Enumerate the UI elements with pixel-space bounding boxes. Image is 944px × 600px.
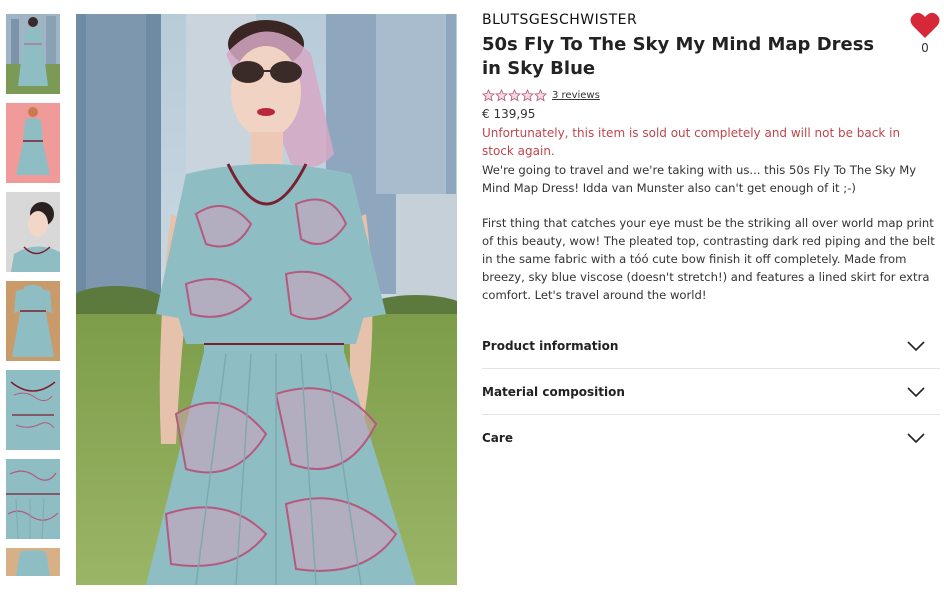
brand-name[interactable]: BLUTSGESCHWISTER: [482, 10, 940, 30]
thumbnail-image: [6, 281, 60, 361]
product-description: First thing that catches your eye must b…: [482, 216, 935, 302]
chevron-down-icon: [906, 340, 926, 352]
wishlist-button[interactable]: 0: [910, 12, 940, 55]
rating-stars: [482, 88, 547, 102]
product-title: 50s Fly To The Sky My Mind Map Dress in …: [482, 34, 875, 79]
thumbnail-image: [6, 192, 60, 272]
accordion-label: Material composition: [482, 384, 625, 399]
star-outline-icon: [482, 88, 495, 102]
heart-icon: [910, 12, 940, 38]
product-photo: [76, 14, 457, 585]
thumbnail-image: [6, 370, 60, 450]
accordion-material-composition[interactable]: Material composition: [482, 369, 940, 415]
thumbnail-2[interactable]: [6, 103, 60, 183]
thumbnail-5[interactable]: [6, 370, 60, 450]
thumbnail-image: [6, 459, 60, 539]
wishlist-count: 0: [921, 41, 929, 55]
thumbnail-image: [6, 548, 60, 576]
thumbnail-image: [6, 14, 60, 94]
thumbnail-3[interactable]: [6, 192, 60, 272]
thumbnail-6[interactable]: [6, 459, 60, 539]
thumbnail-7[interactable]: [6, 548, 60, 576]
accordion-label: Care: [482, 431, 513, 445]
accordion-label: Product information: [482, 338, 619, 353]
accordion-care[interactable]: Care: [482, 415, 940, 461]
thumbnail-4[interactable]: [6, 281, 60, 361]
star-outline-icon: [534, 88, 547, 102]
star-outline-icon: [521, 88, 534, 102]
thumbnail-1[interactable]: [6, 14, 60, 94]
thumbnail-image: [6, 103, 60, 183]
product-description-intro: We're going to travel and we're taking w…: [482, 163, 917, 195]
accordion-product-information[interactable]: Product information: [482, 323, 940, 369]
main-product-image[interactable]: [76, 14, 457, 585]
chevron-down-icon: [906, 386, 926, 398]
product-info: BLUTSGESCHWISTER 50s Fly To The Sky My M…: [482, 10, 940, 461]
chevron-down-icon: [906, 432, 926, 444]
product-accordion: Product information Material composition…: [482, 323, 940, 461]
thumbnail-list: [6, 14, 60, 585]
star-outline-icon: [495, 88, 508, 102]
reviews-link[interactable]: 3 reviews: [552, 90, 600, 101]
rating-row: 3 reviews: [482, 88, 940, 102]
product-price: € 139,95: [482, 107, 536, 121]
star-outline-icon: [508, 88, 521, 102]
soldout-message: Unfortunately, this item is sold out com…: [482, 126, 901, 158]
